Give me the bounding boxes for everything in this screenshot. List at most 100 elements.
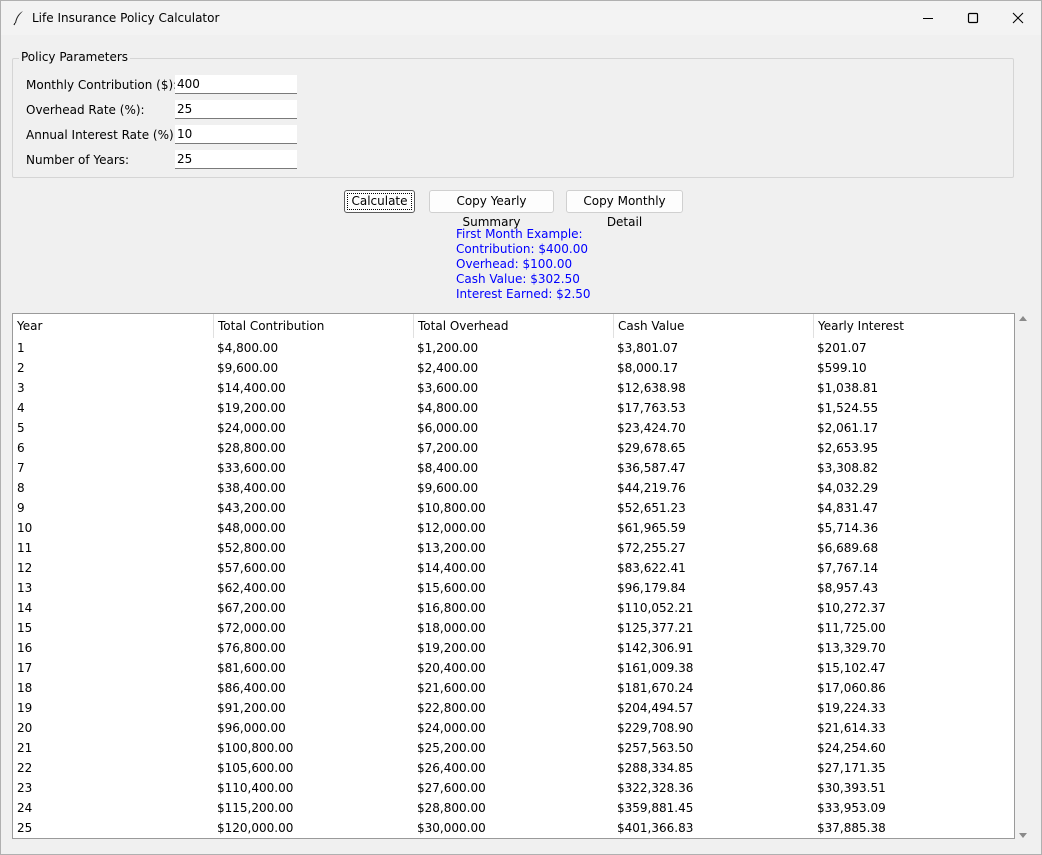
column-header-cash-value[interactable]: Cash Value — [613, 314, 813, 338]
total-contribution-cell: $67,200.00 — [217, 601, 286, 615]
scroll-down-arrow-icon[interactable] — [1018, 829, 1028, 839]
minimize-button[interactable] — [905, 1, 951, 35]
policy-parameters-frame — [12, 58, 1014, 178]
feather-icon — [11, 10, 27, 26]
total-overhead-cell: $24,000.00 — [417, 721, 486, 735]
maximize-icon — [967, 12, 979, 24]
table-row[interactable]: 8 $38,400.00 $9,600.00 $44,219.76 $4,032.29 — [13, 478, 1014, 498]
table-row[interactable]: 3 $14,400.00 $3,600.00 $12,638.98 $1,038.81 — [13, 378, 1014, 398]
table-scrollbar[interactable] — [1015, 313, 1031, 839]
column-header-yearly-interest[interactable]: Yearly Interest — [813, 314, 1013, 338]
table-row[interactable]: 20 $96,000.00 $24,000.00 $229,708.90 $21,614… — [13, 718, 1014, 738]
column-header-total-contribution[interactable]: Total Contribution — [213, 314, 413, 338]
monthly-contribution-input[interactable] — [175, 75, 297, 94]
cash-value-cell: $359,881.45 — [617, 801, 694, 815]
number-of-years-input[interactable] — [175, 150, 297, 169]
total-overhead-cell: $18,000.00 — [417, 621, 486, 635]
column-header-total-overhead[interactable]: Total Overhead — [413, 314, 613, 338]
table-row[interactable]: 5 $24,000.00 $6,000.00 $23,424.70 $2,061.17 — [13, 418, 1014, 438]
table-row[interactable]: 6 $28,800.00 $7,200.00 $29,678.65 $2,653.95 — [13, 438, 1014, 458]
yearly-interest-cell: $2,653.95 — [817, 441, 879, 455]
maximize-button[interactable] — [950, 1, 996, 35]
overhead-rate-input[interactable] — [175, 100, 297, 119]
total-contribution-cell: $19,200.00 — [217, 401, 286, 415]
total-overhead-cell: $4,800.00 — [417, 401, 479, 415]
table-row[interactable]: 7 $33,600.00 $8,400.00 $36,587.47 $3,308.82 — [13, 458, 1014, 478]
window-title: Life Insurance Policy Calculator — [32, 11, 220, 25]
table-row[interactable]: 15 $72,000.00 $18,000.00 $125,377.21 $11,725… — [13, 618, 1014, 638]
total-contribution-cell: $72,000.00 — [217, 621, 286, 635]
year-cell: 8 — [17, 481, 25, 495]
cash-value-cell: $110,052.21 — [617, 601, 694, 615]
total-overhead-cell: $25,200.00 — [417, 741, 486, 755]
year-cell: 23 — [17, 781, 33, 795]
table-row[interactable]: 21 $100,800.00 $25,200.00 $257,563.50 $24,25… — [13, 738, 1014, 758]
table-row[interactable]: 17 $81,600.00 $20,400.00 $161,009.38 $15,102… — [13, 658, 1014, 678]
monthly-contribution-label: Monthly Contribution ($): — [26, 78, 178, 92]
annual-interest-rate-input[interactable] — [175, 125, 297, 144]
close-button[interactable] — [995, 1, 1041, 35]
cash-value-cell: $322,328.36 — [617, 781, 694, 795]
table-row[interactable]: 10 $48,000.00 $12,000.00 $61,965.59 $5,714.3… — [13, 518, 1014, 538]
table-row[interactable]: 11 $52,800.00 $13,200.00 $72,255.27 $6,689.6… — [13, 538, 1014, 558]
total-overhead-cell: $12,000.00 — [417, 521, 486, 535]
scroll-up-arrow-icon[interactable] — [1018, 313, 1028, 323]
cash-value-cell: $125,377.21 — [617, 621, 694, 635]
total-overhead-cell: $8,400.00 — [417, 461, 479, 475]
table-row[interactable]: 22 $105,600.00 $26,400.00 $288,334.85 $27,17… — [13, 758, 1014, 778]
total-contribution-cell: $110,400.00 — [217, 781, 294, 795]
yearly-interest-cell: $17,060.86 — [817, 681, 886, 695]
yearly-interest-cell: $8,957.43 — [817, 581, 879, 595]
policy-parameters-legend: Policy Parameters — [19, 50, 131, 64]
total-overhead-cell: $15,600.00 — [417, 581, 486, 595]
total-contribution-cell: $76,800.00 — [217, 641, 286, 655]
number-of-years-label: Number of Years: — [26, 153, 130, 167]
year-cell: 18 — [17, 681, 33, 695]
year-cell: 15 — [17, 621, 33, 635]
table-row[interactable]: 13 $62,400.00 $15,600.00 $96,179.84 $8,957.4… — [13, 578, 1014, 598]
table-row[interactable]: 12 $57,600.00 $14,400.00 $83,622.41 $7,767.1… — [13, 558, 1014, 578]
year-cell: 2 — [17, 361, 25, 375]
yearly-interest-cell: $201.07 — [817, 341, 867, 355]
yearly-interest-cell: $11,725.00 — [817, 621, 886, 635]
table-row[interactable]: 9 $43,200.00 $10,800.00 $52,651.23 $4,831.47 — [13, 498, 1014, 518]
year-cell: 11 — [17, 541, 33, 555]
copy-monthly-detail-button[interactable]: Copy Monthly Detail — [566, 190, 683, 229]
yearly-interest-cell: $19,224.33 — [817, 701, 886, 715]
year-cell: 24 — [17, 801, 33, 815]
yearly-interest-cell: $7,767.14 — [817, 561, 879, 575]
total-contribution-cell: $57,600.00 — [217, 561, 286, 575]
total-overhead-cell: $22,800.00 — [417, 701, 486, 715]
first-month-heading: First Month Example: — [456, 227, 583, 241]
table-row[interactable]: 18 $86,400.00 $21,600.00 $181,670.24 $17,060… — [13, 678, 1014, 698]
title-bar[interactable]: Life Insurance Policy Calculator — [1, 1, 1041, 35]
table-row[interactable]: 23 $110,400.00 $27,600.00 $322,328.36 $30,39… — [13, 778, 1014, 798]
table-row[interactable]: 14 $67,200.00 $16,800.00 $110,052.21 $10,272… — [13, 598, 1014, 618]
table-row[interactable]: 4 $19,200.00 $4,800.00 $17,763.53 $1,524.55 — [13, 398, 1014, 418]
table-row[interactable]: 1 $4,800.00 $1,200.00 $3,801.07 $201.07 — [13, 338, 1014, 358]
table-row[interactable]: 2 $9,600.00 $2,400.00 $8,000.17 $599.10 — [13, 358, 1014, 378]
total-overhead-cell: $9,600.00 — [417, 481, 479, 495]
first-month-cash-value: Cash Value: $302.50 — [456, 272, 580, 286]
table-row[interactable]: 24 $115,200.00 $28,800.00 $359,881.45 $33,95… — [13, 798, 1014, 818]
total-overhead-cell: $3,600.00 — [417, 381, 479, 395]
cash-value-cell: $44,219.76 — [617, 481, 686, 495]
yearly-interest-cell: $3,308.82 — [817, 461, 879, 475]
cash-value-cell: $17,763.53 — [617, 401, 686, 415]
total-contribution-cell: $52,800.00 — [217, 541, 286, 555]
column-header-year[interactable]: Year — [13, 314, 213, 338]
year-cell: 16 — [17, 641, 33, 655]
year-cell: 1 — [17, 341, 25, 355]
year-cell: 7 — [17, 461, 25, 475]
cash-value-cell: $52,651.23 — [617, 501, 686, 515]
total-overhead-cell: $6,000.00 — [417, 421, 479, 435]
calculate-button[interactable]: Calculate — [344, 190, 415, 213]
table-row[interactable]: 19 $91,200.00 $22,800.00 $204,494.57 $19,224… — [13, 698, 1014, 718]
table-row[interactable]: 16 $76,800.00 $19,200.00 $142,306.91 $13,329… — [13, 638, 1014, 658]
yearly-summary-table[interactable]: Year Total Contribution Total Overhead C… — [12, 313, 1015, 839]
total-overhead-cell: $30,000.00 — [417, 821, 486, 835]
copy-yearly-summary-button[interactable]: Copy Yearly Summary — [429, 190, 554, 229]
total-contribution-cell: $100,800.00 — [217, 741, 294, 755]
total-contribution-cell: $43,200.00 — [217, 501, 286, 515]
table-row[interactable]: 25 $120,000.00 $30,000.00 $401,366.83 $37,88… — [13, 818, 1014, 838]
